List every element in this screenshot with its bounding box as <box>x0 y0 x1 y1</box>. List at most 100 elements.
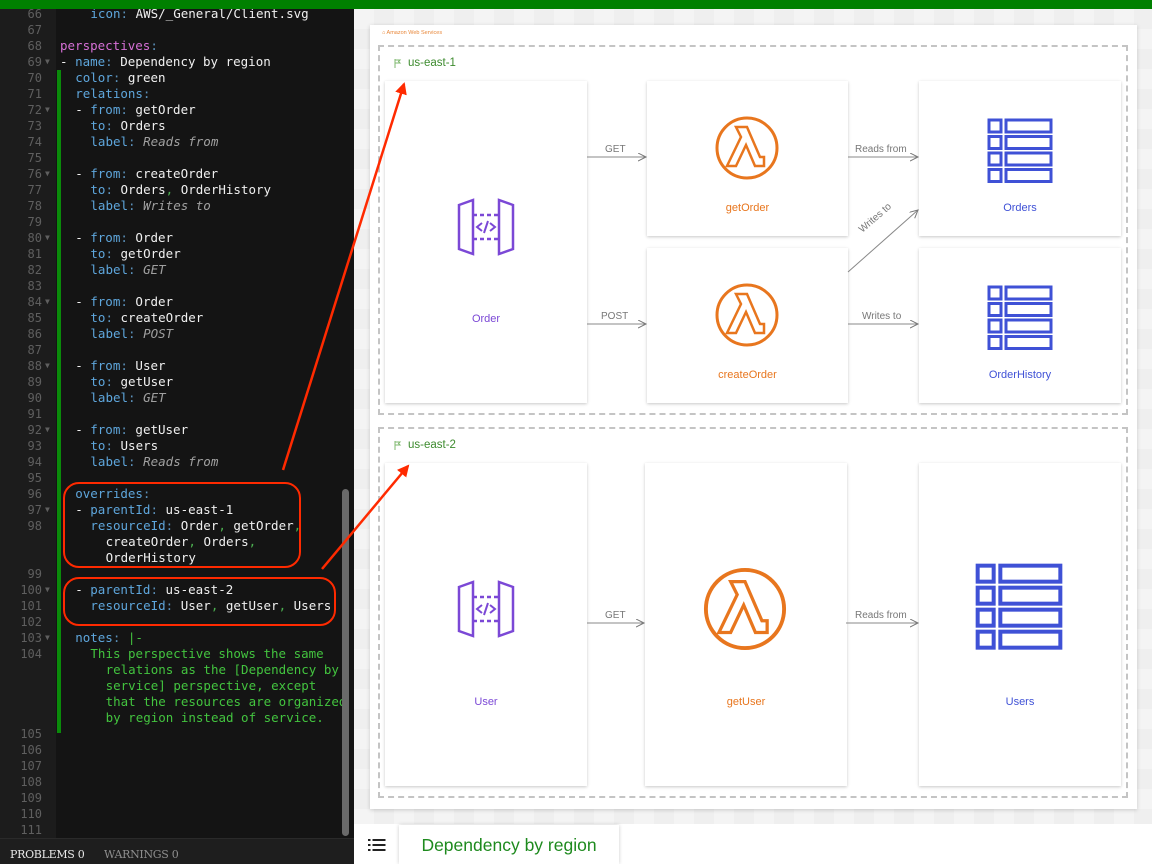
token: OrderHistory <box>180 182 272 197</box>
code-line[interactable]: relations as the [Dependency by <box>0 662 354 678</box>
problems-count[interactable]: PROBLEMS 0 <box>10 848 85 861</box>
code-text: to: Orders <box>90 118 165 134</box>
code-text: to: Orders, OrderHistory <box>90 182 271 198</box>
token: from <box>90 230 121 245</box>
code-text: label: GET <box>90 390 165 406</box>
fold-chevron-icon[interactable]: ▼ <box>45 230 50 246</box>
token: getUser <box>135 422 189 437</box>
fold-chevron-icon[interactable]: ▼ <box>45 422 50 438</box>
annotation-highlight-us-east-2 <box>63 577 336 626</box>
editor-scrollbar[interactable] <box>342 489 349 836</box>
code-line[interactable]: 85 to: createOrder <box>0 310 354 326</box>
line-number: 85 <box>27 311 42 325</box>
code-line[interactable]: 69 ▼ - name: Dependency by region <box>0 54 354 70</box>
fold-chevron-icon[interactable]: ▼ <box>45 102 50 118</box>
token: Orders <box>120 118 166 133</box>
code-line[interactable]: 84 ▼ - from: Order <box>0 294 354 310</box>
line-number: 93 <box>27 439 42 453</box>
fold-chevron-icon[interactable]: ▼ <box>45 630 50 646</box>
token: label <box>90 134 129 149</box>
code-line[interactable]: 80 ▼ - from: Order <box>0 230 354 246</box>
token: : <box>142 86 151 101</box>
fold-chevron-icon[interactable]: ▼ <box>45 54 50 70</box>
code-line[interactable]: 71 relations: <box>0 86 354 102</box>
line-number: 109 <box>20 791 42 805</box>
code-line[interactable]: 74 label: Reads from <box>0 134 354 150</box>
code-line[interactable]: 86 label: POST <box>0 326 354 342</box>
code-line[interactable]: 82 label: GET <box>0 262 354 278</box>
code-line[interactable]: 83 <box>0 278 354 294</box>
line-number: 78 <box>27 199 42 213</box>
code-line[interactable]: 79 <box>0 214 354 230</box>
code-line[interactable]: 109 <box>0 790 354 806</box>
token: perspectives <box>60 38 151 53</box>
token: to <box>90 374 106 389</box>
code-line[interactable]: 89 to: getUser <box>0 374 354 390</box>
fold-chevron-icon[interactable]: ▼ <box>45 166 50 182</box>
code-line[interactable]: 91 <box>0 406 354 422</box>
code-line[interactable]: 87 <box>0 342 354 358</box>
code-line[interactable]: 81 to: getOrder <box>0 246 354 262</box>
code-lines[interactable]: 66 icon: AWS/_General/Client.svg 67 68 persp… <box>0 9 354 838</box>
token: from <box>90 358 121 373</box>
code-line[interactable]: 105 <box>0 726 354 742</box>
code-text: icon: AWS/_General/Client.svg <box>90 9 308 22</box>
token: to <box>90 118 106 133</box>
edge-createOrder-orders[interactable] <box>847 210 918 273</box>
line-number: 67 <box>27 23 42 37</box>
code-text: - from: Order <box>75 230 173 246</box>
token: label <box>90 198 129 213</box>
code-line[interactable]: 111 <box>0 822 354 838</box>
token: : <box>128 326 144 341</box>
code-line[interactable]: 70 color: green <box>0 70 354 86</box>
token: : <box>128 390 144 405</box>
code-line[interactable]: 88 ▼ - from: User <box>0 358 354 374</box>
code-line[interactable]: 90 label: GET <box>0 390 354 406</box>
code-line[interactable]: 107 <box>0 758 354 774</box>
code-line[interactable]: 78 label: Writes to <box>0 198 354 214</box>
code-line[interactable]: 76 ▼ - from: createOrder <box>0 166 354 182</box>
line-number: 107 <box>20 759 42 773</box>
line-number: 100 <box>20 583 42 597</box>
diagram-canvas[interactable]: ⌂ Amazon Web Services us-east-1 Order ge… <box>354 9 1152 824</box>
code-line[interactable]: 77 to: Orders, OrderHistory <box>0 182 354 198</box>
token: Dependency by region <box>120 54 271 69</box>
code-text: label: GET <box>90 262 165 278</box>
code-line[interactable]: that the resources are organized <box>0 694 354 710</box>
code-line[interactable]: 75 <box>0 150 354 166</box>
line-number: 75 <box>27 151 42 165</box>
code-text: to: getOrder <box>90 246 180 262</box>
yaml-editor[interactable]: 66 icon: AWS/_General/Client.svg 67 68 persp… <box>0 9 354 838</box>
token: : <box>105 310 121 325</box>
code-line[interactable]: service] perspective, except <box>0 678 354 694</box>
code-line[interactable]: 108 <box>0 774 354 790</box>
status-bar: PROBLEMS 0 WARNINGS 0 <box>0 838 354 864</box>
code-line[interactable]: 67 <box>0 22 354 38</box>
line-number: 66 <box>27 9 42 21</box>
code-line[interactable]: 106 <box>0 742 354 758</box>
line-number: 91 <box>27 407 42 421</box>
code-line[interactable]: 66 icon: AWS/_General/Client.svg <box>0 9 354 22</box>
token: Reads from <box>143 134 219 149</box>
warnings-count[interactable]: WARNINGS 0 <box>104 848 179 861</box>
code-line[interactable]: 93 to: Users <box>0 438 354 454</box>
code-line[interactable]: 72 ▼ - from: getOrder <box>0 102 354 118</box>
list-menu-icon[interactable] <box>368 839 386 851</box>
code-line[interactable]: 68 perspectives: <box>0 38 354 54</box>
fold-chevron-icon[interactable]: ▼ <box>45 358 50 374</box>
code-text: perspectives: <box>60 38 158 54</box>
token: : <box>112 630 128 645</box>
code-line[interactable]: 110 <box>0 806 354 822</box>
fold-chevron-icon[interactable]: ▼ <box>45 294 50 310</box>
token: service] perspective, except <box>105 678 317 693</box>
code-line[interactable]: 103 ▼ notes: |- <box>0 630 354 646</box>
code-line[interactable]: 73 to: Orders <box>0 118 354 134</box>
code-line[interactable]: 94 label: Reads from <box>0 454 354 470</box>
fold-chevron-icon[interactable]: ▼ <box>45 502 50 518</box>
code-line[interactable]: by region instead of service. <box>0 710 354 726</box>
line-number: 111 <box>20 823 42 837</box>
code-line[interactable]: 104 This perspective shows the same <box>0 646 354 662</box>
perspective-tab-active[interactable]: Dependency by region <box>399 825 619 864</box>
fold-chevron-icon[interactable]: ▼ <box>45 582 50 598</box>
code-line[interactable]: 92 ▼ - from: getUser <box>0 422 354 438</box>
